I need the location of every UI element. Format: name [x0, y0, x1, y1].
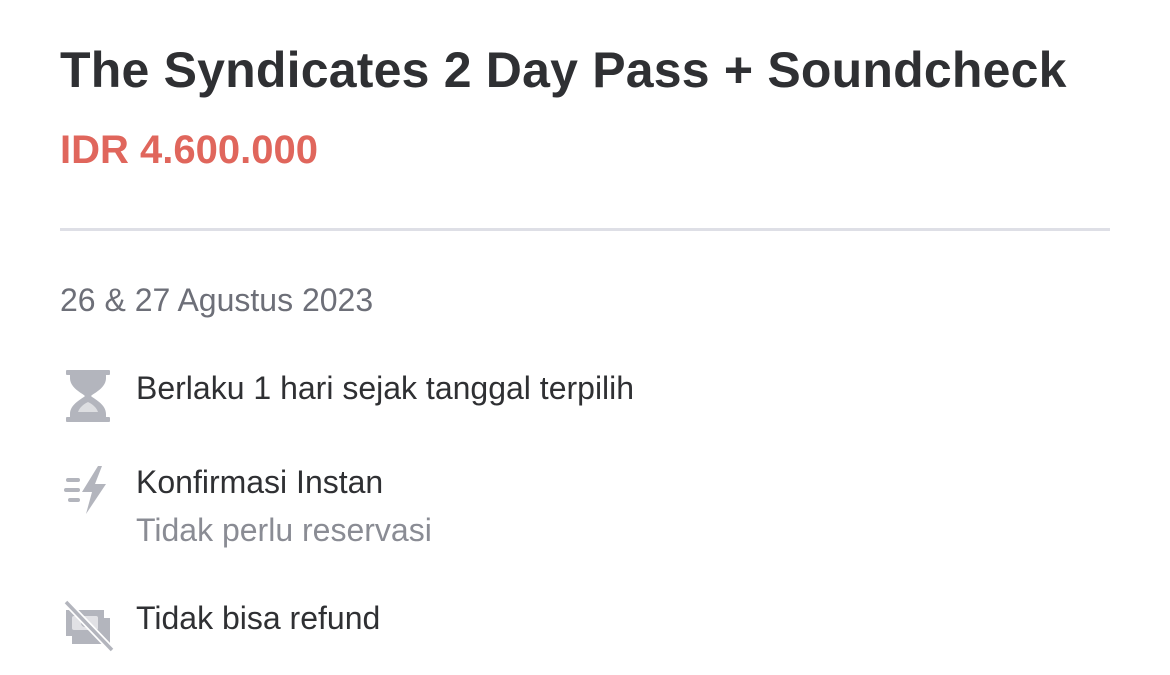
- feature-instant-label: Konfirmasi Instan: [136, 464, 384, 500]
- feature-instant-sublabel: Tidak perlu reservasi: [136, 512, 432, 548]
- event-date: 26 & 27 Agustus 2023: [60, 282, 374, 318]
- divider: [60, 228, 1110, 231]
- feature-no-refund: Tidak bisa refund: [60, 598, 380, 654]
- product-price: IDR 4.600.000: [60, 128, 318, 172]
- feature-no-refund-label: Tidak bisa refund: [136, 600, 381, 636]
- feature-validity: Berlaku 1 hari sejak tanggal terpilih: [60, 368, 634, 424]
- feature-validity-label: Berlaku 1 hari sejak tanggal terpilih: [136, 370, 635, 406]
- feature-instant-confirmation: Konfirmasi Instan Tidak perlu reservasi: [60, 462, 432, 550]
- product-title: The Syndicates 2 Day Pass + Soundcheck: [60, 42, 1067, 98]
- lightning-icon: [64, 466, 106, 514]
- no-refund-icon: [63, 599, 115, 653]
- hourglass-icon: [66, 370, 110, 422]
- product-detail-card: The Syndicates 2 Day Pass + Soundcheck I…: [0, 0, 1170, 675]
